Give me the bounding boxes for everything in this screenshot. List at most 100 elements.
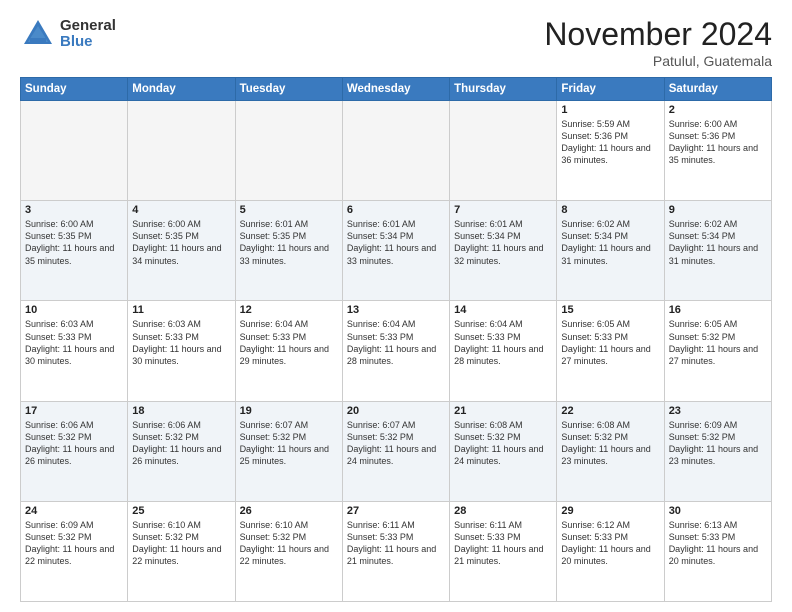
day-cell-25: 25 Sunrise: 6:10 AM Sunset: 5:32 PM Dayli… bbox=[128, 501, 235, 601]
weekday-header-monday: Monday bbox=[128, 78, 235, 101]
day-info: Sunrise: 6:13 AM Sunset: 5:33 PM Dayligh… bbox=[669, 519, 767, 568]
logo-blue-label: Blue bbox=[60, 34, 116, 51]
day-info: Sunrise: 6:00 AM Sunset: 5:35 PM Dayligh… bbox=[25, 218, 123, 267]
day-info: Sunrise: 6:04 AM Sunset: 5:33 PM Dayligh… bbox=[240, 318, 338, 367]
day-number: 3 bbox=[25, 204, 123, 216]
day-info: Sunrise: 6:06 AM Sunset: 5:32 PM Dayligh… bbox=[25, 419, 123, 468]
day-info: Sunrise: 6:01 AM Sunset: 5:34 PM Dayligh… bbox=[454, 218, 552, 267]
day-info: Sunrise: 6:11 AM Sunset: 5:33 PM Dayligh… bbox=[347, 519, 445, 568]
week-row-1: 3 Sunrise: 6:00 AM Sunset: 5:35 PM Daylig… bbox=[21, 201, 772, 301]
day-number: 22 bbox=[561, 405, 659, 417]
day-cell-6: 6 Sunrise: 6:01 AM Sunset: 5:34 PM Daylig… bbox=[342, 201, 449, 301]
weekday-header-thursday: Thursday bbox=[450, 78, 557, 101]
day-cell-22: 22Sunrise: 6:08 AM Sunset: 5:32 PM Dayli… bbox=[557, 401, 664, 501]
day-info: Sunrise: 6:10 AM Sunset: 5:32 PM Dayligh… bbox=[132, 519, 230, 568]
location: Patulul, Guatemala bbox=[544, 53, 772, 69]
day-cell-empty bbox=[342, 101, 449, 201]
weekday-header-wednesday: Wednesday bbox=[342, 78, 449, 101]
logo-general-label: General bbox=[60, 18, 116, 35]
day-cell-24: 24 Sunrise: 6:09 AM Sunset: 5:32 PM Dayli… bbox=[21, 501, 128, 601]
day-number: 25 bbox=[132, 505, 230, 517]
day-info: Sunrise: 6:01 AM Sunset: 5:34 PM Dayligh… bbox=[347, 218, 445, 267]
day-number: 29 bbox=[561, 505, 659, 517]
weekday-header-tuesday: Tuesday bbox=[235, 78, 342, 101]
day-info: Sunrise: 6:09 AM Sunset: 5:32 PM Dayligh… bbox=[669, 419, 767, 468]
day-number: 4 bbox=[132, 204, 230, 216]
day-info: Sunrise: 6:07 AM Sunset: 5:32 PM Dayligh… bbox=[240, 419, 338, 468]
day-cell-empty bbox=[128, 101, 235, 201]
day-cell-20: 20 Sunrise: 6:07 AM Sunset: 5:32 PM Dayli… bbox=[342, 401, 449, 501]
weekday-header-sunday: Sunday bbox=[21, 78, 128, 101]
day-cell-13: 13Sunrise: 6:04 AM Sunset: 5:33 PM Dayli… bbox=[342, 301, 449, 401]
day-info: Sunrise: 6:08 AM Sunset: 5:32 PM Dayligh… bbox=[454, 419, 552, 468]
day-number: 28 bbox=[454, 505, 552, 517]
day-cell-30: 30Sunrise: 6:13 AM Sunset: 5:33 PM Dayli… bbox=[664, 501, 771, 601]
day-cell-7: 7 Sunrise: 6:01 AM Sunset: 5:34 PM Daylig… bbox=[450, 201, 557, 301]
day-number: 20 bbox=[347, 405, 445, 417]
day-cell-26: 26 Sunrise: 6:10 AM Sunset: 5:32 PM Dayli… bbox=[235, 501, 342, 601]
day-number: 6 bbox=[347, 204, 445, 216]
week-row-2: 10 Sunrise: 6:03 AM Sunset: 5:33 PM Dayli… bbox=[21, 301, 772, 401]
logo-icon bbox=[20, 16, 56, 52]
day-cell-21: 21 Sunrise: 6:08 AM Sunset: 5:32 PM Dayli… bbox=[450, 401, 557, 501]
day-cell-11: 11Sunrise: 6:03 AM Sunset: 5:33 PM Dayli… bbox=[128, 301, 235, 401]
day-number: 1 bbox=[561, 104, 659, 116]
day-cell-4: 4 Sunrise: 6:00 AM Sunset: 5:35 PM Daylig… bbox=[128, 201, 235, 301]
day-info: Sunrise: 6:07 AM Sunset: 5:32 PM Dayligh… bbox=[347, 419, 445, 468]
day-number: 24 bbox=[25, 505, 123, 517]
day-number: 2 bbox=[669, 104, 767, 116]
day-cell-12: 12 Sunrise: 6:04 AM Sunset: 5:33 PM Dayli… bbox=[235, 301, 342, 401]
day-number: 21 bbox=[454, 405, 552, 417]
week-row-4: 24 Sunrise: 6:09 AM Sunset: 5:32 PM Dayli… bbox=[21, 501, 772, 601]
month-title: November 2024 bbox=[544, 16, 772, 53]
day-info: Sunrise: 6:05 AM Sunset: 5:33 PM Dayligh… bbox=[561, 318, 659, 367]
day-cell-28: 28 Sunrise: 6:11 AM Sunset: 5:33 PM Dayli… bbox=[450, 501, 557, 601]
day-number: 18 bbox=[132, 405, 230, 417]
day-info: Sunrise: 6:03 AM Sunset: 5:33 PM Dayligh… bbox=[25, 318, 123, 367]
day-cell-16: 16Sunrise: 6:05 AM Sunset: 5:32 PM Dayli… bbox=[664, 301, 771, 401]
day-number: 8 bbox=[561, 204, 659, 216]
day-info: Sunrise: 6:02 AM Sunset: 5:34 PM Dayligh… bbox=[561, 218, 659, 267]
day-number: 5 bbox=[240, 204, 338, 216]
week-row-3: 17Sunrise: 6:06 AM Sunset: 5:32 PM Dayli… bbox=[21, 401, 772, 501]
day-cell-18: 18 Sunrise: 6:06 AM Sunset: 5:32 PM Dayli… bbox=[128, 401, 235, 501]
page: General Blue November 2024 Patulul, Guat… bbox=[0, 0, 792, 612]
weekday-header-friday: Friday bbox=[557, 78, 664, 101]
day-cell-empty bbox=[450, 101, 557, 201]
day-cell-2: 2 Sunrise: 6:00 AM Sunset: 5:36 PM Daylig… bbox=[664, 101, 771, 201]
day-info: Sunrise: 6:11 AM Sunset: 5:33 PM Dayligh… bbox=[454, 519, 552, 568]
day-number: 14 bbox=[454, 304, 552, 316]
day-number: 9 bbox=[669, 204, 767, 216]
day-number: 26 bbox=[240, 505, 338, 517]
title-block: November 2024 Patulul, Guatemala bbox=[544, 16, 772, 69]
day-cell-17: 17Sunrise: 6:06 AM Sunset: 5:32 PM Dayli… bbox=[21, 401, 128, 501]
day-number: 19 bbox=[240, 405, 338, 417]
day-number: 7 bbox=[454, 204, 552, 216]
day-number: 10 bbox=[25, 304, 123, 316]
day-info: Sunrise: 6:09 AM Sunset: 5:32 PM Dayligh… bbox=[25, 519, 123, 568]
calendar-table: SundayMondayTuesdayWednesdayThursdayFrid… bbox=[20, 77, 772, 602]
day-cell-9: 9 Sunrise: 6:02 AM Sunset: 5:34 PM Daylig… bbox=[664, 201, 771, 301]
day-info: Sunrise: 6:02 AM Sunset: 5:34 PM Dayligh… bbox=[669, 218, 767, 267]
day-info: Sunrise: 6:00 AM Sunset: 5:36 PM Dayligh… bbox=[669, 118, 767, 167]
day-number: 12 bbox=[240, 304, 338, 316]
day-info: Sunrise: 6:10 AM Sunset: 5:32 PM Dayligh… bbox=[240, 519, 338, 568]
day-cell-29: 29 Sunrise: 6:12 AM Sunset: 5:33 PM Dayli… bbox=[557, 501, 664, 601]
day-number: 16 bbox=[669, 304, 767, 316]
day-info: Sunrise: 6:00 AM Sunset: 5:35 PM Dayligh… bbox=[132, 218, 230, 267]
day-info: Sunrise: 6:06 AM Sunset: 5:32 PM Dayligh… bbox=[132, 419, 230, 468]
day-cell-8: 8 Sunrise: 6:02 AM Sunset: 5:34 PM Daylig… bbox=[557, 201, 664, 301]
day-info: Sunrise: 6:12 AM Sunset: 5:33 PM Dayligh… bbox=[561, 519, 659, 568]
day-info: Sunrise: 5:59 AM Sunset: 5:36 PM Dayligh… bbox=[561, 118, 659, 167]
day-number: 13 bbox=[347, 304, 445, 316]
day-info: Sunrise: 6:04 AM Sunset: 5:33 PM Dayligh… bbox=[454, 318, 552, 367]
day-cell-10: 10 Sunrise: 6:03 AM Sunset: 5:33 PM Dayli… bbox=[21, 301, 128, 401]
day-cell-14: 14 Sunrise: 6:04 AM Sunset: 5:33 PM Dayli… bbox=[450, 301, 557, 401]
day-cell-15: 15 Sunrise: 6:05 AM Sunset: 5:33 PM Dayli… bbox=[557, 301, 664, 401]
week-row-0: 1 Sunrise: 5:59 AM Sunset: 5:36 PM Daylig… bbox=[21, 101, 772, 201]
day-cell-27: 27 Sunrise: 6:11 AM Sunset: 5:33 PM Dayli… bbox=[342, 501, 449, 601]
day-number: 15 bbox=[561, 304, 659, 316]
day-cell-19: 19 Sunrise: 6:07 AM Sunset: 5:32 PM Dayli… bbox=[235, 401, 342, 501]
day-cell-1: 1 Sunrise: 5:59 AM Sunset: 5:36 PM Daylig… bbox=[557, 101, 664, 201]
day-number: 27 bbox=[347, 505, 445, 517]
